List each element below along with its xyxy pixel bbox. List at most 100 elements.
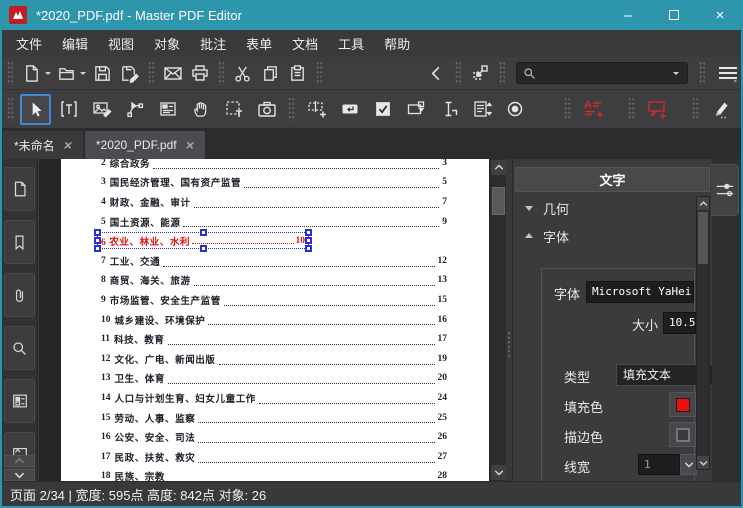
line-width-dropdown-button[interactable] [680,454,697,475]
minimize-button[interactable]: – [605,0,651,30]
paste-button[interactable] [286,60,309,86]
open-file-dropdown-icon[interactable] [80,72,87,78]
menu-button[interactable] [716,60,739,86]
menu-item-8[interactable]: 工具 [328,30,374,57]
menu-item-1[interactable]: 文件 [6,30,52,57]
save-button[interactable] [90,60,113,86]
toolbar-grip[interactable] [147,61,154,85]
add-list-box-tool[interactable] [433,94,464,125]
menu-item-2[interactable]: 编辑 [52,30,98,57]
toc-entry-text: 国土资源、能源 [109,218,181,229]
form-fields-button[interactable] [4,379,35,423]
page-thumbnails-button[interactable] [4,167,35,211]
edit-text-tool[interactable] [53,94,84,125]
save-as-button[interactable] [118,60,141,86]
document-tab-1[interactable]: *未命名 × [3,131,83,159]
toolbar-grip[interactable] [455,61,462,85]
tab-close-icon[interactable]: × [184,137,195,153]
selection-handle-tl[interactable] [94,229,101,237]
fit-selection-button[interactable] [468,60,491,86]
section-geometry[interactable]: 几何 [525,197,569,219]
new-document-dropdown-icon[interactable] [45,72,52,78]
send-email-button[interactable] [161,60,184,86]
tab-close-icon[interactable]: × [62,137,73,153]
font-size-field[interactable]: 10.5 [663,312,696,334]
sidebar-scroll-up-button[interactable] [4,455,35,467]
highlighter-tool[interactable] [705,94,736,125]
svg-text:A: A [584,99,592,111]
toolbar-grip[interactable] [498,61,505,85]
edit-image-tool[interactable] [86,94,117,125]
panel-scrollbar-thumb[interactable] [698,212,708,264]
document-scrollbar[interactable] [489,159,506,481]
toolbar-grip[interactable] [315,61,322,85]
edit-path-tool[interactable] [119,94,150,125]
toolbar-grip[interactable] [692,97,699,121]
cut-button[interactable] [231,60,254,86]
search-dropdown-icon[interactable] [672,72,679,78]
toolbar-grip[interactable] [218,61,225,85]
attachments-button[interactable] [4,273,35,317]
document-viewport[interactable]: 2 综合政务 3 3 国民经济管理、国有资产监管 5 4 财政、金融、审计 7 5 国土资源、能源 9… [39,159,489,481]
copy-button[interactable] [259,60,282,86]
hand-pan-tool[interactable] [185,94,216,125]
selection-handle-bl[interactable] [94,245,101,253]
new-document-button[interactable] [20,60,43,86]
menu-item-4[interactable]: 对象 [144,30,190,57]
selection-handle-tc[interactable] [199,229,207,237]
add-button-tool[interactable] [334,94,365,125]
selection-handle-tr[interactable] [305,229,312,237]
toc-leader-dots [168,383,435,385]
select-text-area-tool[interactable] [218,94,249,125]
screenshot-tool[interactable] [251,94,282,125]
selection-handle-ml[interactable] [94,237,101,245]
line-width-field[interactable]: 1 [638,454,680,475]
selection-handle-mr[interactable] [305,237,312,245]
scroll-up-button[interactable] [491,160,506,175]
add-radio-button-tool[interactable] [499,94,530,125]
open-file-button[interactable] [55,60,78,86]
search-box[interactable] [515,62,688,84]
search-input[interactable] [535,66,673,80]
edit-forms-tool[interactable] [152,94,183,125]
add-checkbox-tool[interactable] [367,94,398,125]
toolbar-grip[interactable] [628,97,635,121]
toolbar-grip[interactable] [7,97,14,121]
add-callout-tool[interactable] [641,94,672,125]
menu-item-5[interactable]: 批注 [190,30,236,57]
scrollbar-thumb[interactable] [492,187,505,215]
toolbar-grip[interactable] [288,97,295,121]
toolbar-grip[interactable] [7,61,14,85]
maximize-button[interactable] [651,0,697,30]
menu-item-3[interactable]: 视图 [98,30,144,57]
fill-color-button[interactable] [669,392,696,417]
toolbar-grip[interactable] [698,61,705,85]
menu-item-6[interactable]: 表单 [236,30,282,57]
navigate-back-button[interactable] [425,60,448,86]
panel-scroll-down-button[interactable] [697,456,709,469]
add-form-list-tool[interactable] [466,94,497,125]
menu-item-7[interactable]: 文档 [282,30,328,57]
add-combobox-tool[interactable] [400,94,431,125]
bookmarks-button[interactable] [4,220,35,264]
menu-item-9[interactable]: 帮助 [374,30,420,57]
font-name-field[interactable]: Microsoft YaHei [586,281,694,303]
section-font[interactable]: 字体 [525,225,569,247]
scroll-down-button[interactable] [491,465,506,480]
toolbar-grip[interactable] [564,97,571,121]
print-button[interactable] [188,60,211,86]
pdf-page[interactable]: 2 综合政务 3 3 国民经济管理、国有资产监管 5 4 财政、金融、审计 7 5 国土资源、能源 9… [61,159,489,481]
close-button[interactable]: × [697,0,743,30]
tab-label: *2020_PDF.pdf [95,138,177,152]
properties-tab[interactable] [711,164,739,216]
stroke-color-button[interactable] [669,422,696,447]
add-text-annotation-tool[interactable]: A [577,94,608,125]
select-tool[interactable] [20,93,51,125]
panel-scroll-up-button[interactable] [697,197,709,210]
document-tab-2[interactable]: *2020_PDF.pdf × [84,131,205,159]
add-text-field-tool[interactable] [301,94,332,125]
sidebar-scroll-down-button[interactable] [4,469,35,481]
selected-text-object[interactable]: 6 农业、林业、水利 10 [94,229,312,253]
panel-scrollbar[interactable] [696,196,710,470]
sidebar-search-button[interactable] [4,326,35,370]
